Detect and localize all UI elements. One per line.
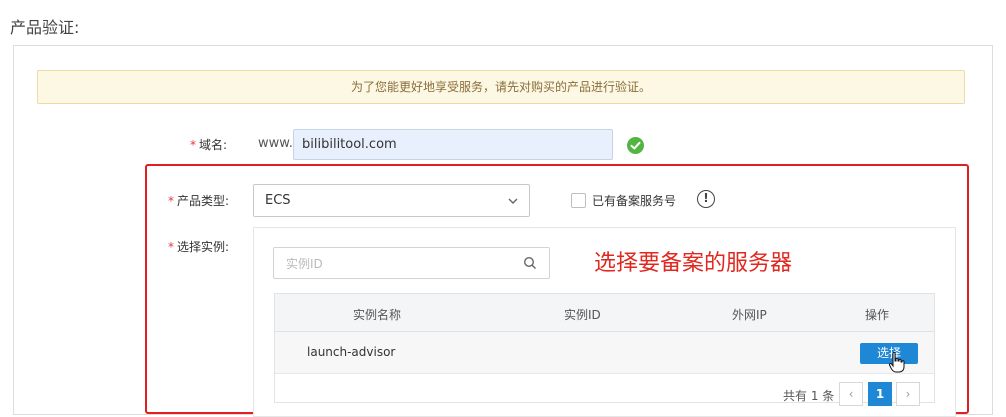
pagination-total: 共有 1 条	[783, 389, 835, 403]
chevron-down-icon	[508, 198, 518, 204]
required-mark: *	[168, 240, 174, 254]
instance-table: 实例名称 实例ID 外网IP 操作 launch-advisor 选择 共有 1…	[274, 293, 935, 406]
pagination-next-button[interactable]: ›	[896, 382, 920, 406]
domain-label-row: * 域名:	[190, 136, 227, 153]
notice-banner: 为了您能更好地享受服务，请先对购买的产品进行验证。	[37, 70, 965, 104]
annotation-text: 选择要备案的服务器	[594, 251, 793, 276]
pagination-prev-button[interactable]: ‹	[839, 382, 863, 406]
record-service-checkbox-label: 已有备案服务号	[592, 194, 677, 208]
column-header-action: 操作	[865, 308, 890, 322]
check-circle-icon	[627, 137, 644, 154]
required-mark: *	[168, 194, 174, 208]
row-instance-name: launch-advisor	[307, 345, 396, 359]
search-icon[interactable]	[523, 256, 537, 270]
product-type-label: 产品类型:	[177, 194, 230, 208]
column-header-id: 实例ID	[564, 308, 601, 322]
info-icon[interactable]: !	[697, 190, 715, 208]
domain-prefix: www.	[258, 136, 293, 151]
hand-cursor-icon	[888, 351, 905, 373]
required-mark: *	[190, 138, 196, 152]
page-title: 产品验证:	[10, 18, 80, 37]
domain-input[interactable]: bilibilitool.com	[293, 129, 613, 160]
product-type-label-row: * 产品类型:	[168, 192, 229, 209]
record-service-checkbox[interactable]	[571, 193, 586, 208]
product-type-value: ECS	[265, 193, 291, 208]
pagination-page-1[interactable]: 1	[868, 382, 892, 406]
domain-label: 域名:	[199, 138, 228, 152]
instance-search-input[interactable]: 实例ID	[286, 255, 323, 272]
instance-label: 选择实例:	[177, 240, 230, 254]
column-header-name: 实例名称	[353, 308, 402, 322]
instance-label-row: * 选择实例:	[168, 238, 229, 255]
table-header: 实例名称 实例ID 外网IP 操作	[275, 294, 934, 332]
column-header-ip: 外网IP	[732, 308, 767, 322]
product-type-select[interactable]: ECS	[253, 184, 530, 217]
instance-search[interactable]: 实例ID	[273, 247, 550, 279]
table-row: launch-advisor 选择	[275, 332, 934, 374]
